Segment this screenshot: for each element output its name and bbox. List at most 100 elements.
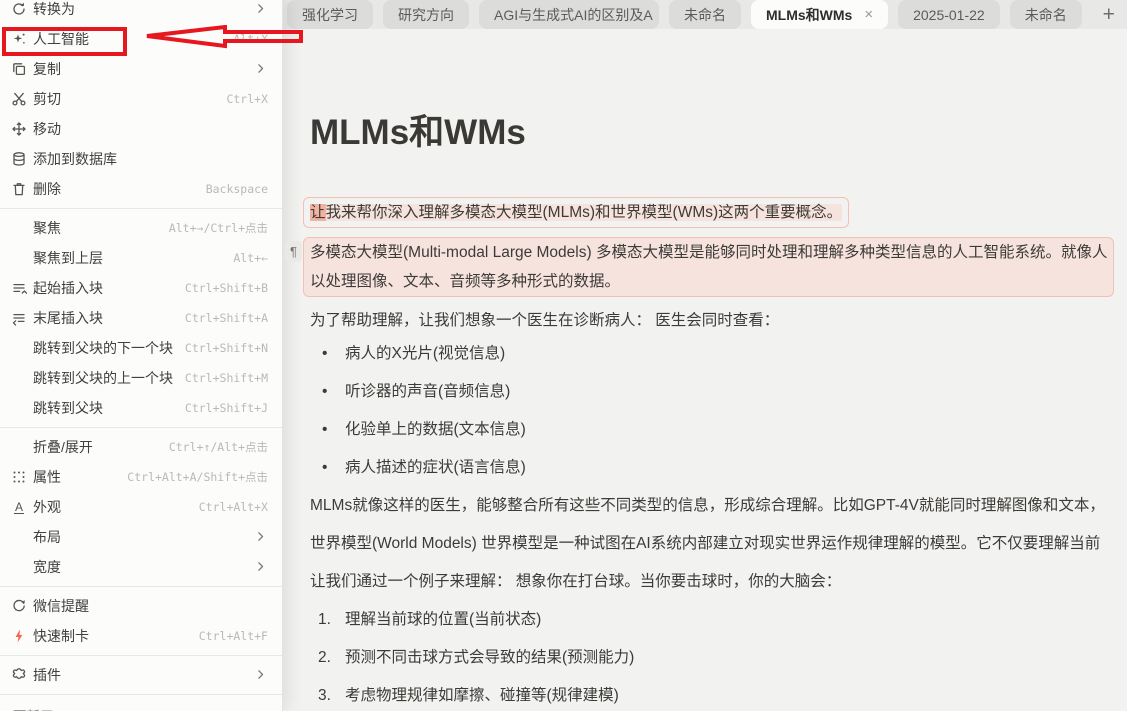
plugin-icon: [11, 667, 27, 683]
bullet-marker: •: [322, 415, 327, 444]
insert-start-icon: [11, 280, 27, 296]
ai-icon: [11, 31, 27, 47]
menu-item-label: 跳转到父块: [33, 398, 103, 418]
menu-item-move[interactable]: 移动: [0, 114, 282, 144]
bullet-list-item[interactable]: •化验单上的数据(文本信息): [310, 415, 1127, 444]
menu-item-label: 聚焦到上层: [33, 248, 103, 268]
menu-item-copy[interactable]: 复制: [0, 54, 282, 84]
tab-0[interactable]: 强化学习: [287, 0, 373, 29]
menu-item-label: 转换为: [33, 0, 75, 19]
menu-item-jump-parent-next[interactable]: 跳转到父块的下一个块Ctrl+Shift+N: [0, 333, 282, 363]
chevron-right-icon: [254, 2, 268, 16]
document-editor[interactable]: MLMs和WMs 让我来帮你深入理解多模态大模型(MLMs)和世界模型(WMs)…: [283, 29, 1127, 711]
menu-item-fold-unfold[interactable]: 折叠/展开Ctrl+↑/Alt+点击: [0, 432, 282, 462]
menu-separator: [0, 208, 282, 209]
numbered-list-item[interactable]: 2.预测不同击球方式会导致的结果(预测能力): [310, 643, 1127, 672]
icon-placeholder: [11, 250, 27, 266]
menu-item-shortcut: Ctrl+X: [218, 92, 268, 106]
paragraph-gutter-icon[interactable]: ¶: [285, 241, 302, 262]
app-window: 强化学习研究方向AGI与生成式AI的区别及A未命名MLMs和WMs×2025-0…: [0, 0, 1127, 711]
bullet-list-block: •病人的X光片(视觉信息) •听诊器的声音(音频信息) •化验单上的数据(文本信息)…: [310, 339, 1127, 482]
menu-item-shortcut: Ctrl+Shift+M: [177, 371, 268, 385]
menu-item-insert-block-after[interactable]: 末尾插入块Ctrl+Shift+A: [0, 303, 282, 333]
icon-placeholder: [11, 559, 27, 575]
paragraph-line: 以处理图像、文本、音频等多种形式的数据。: [310, 267, 1107, 296]
menu-item-label: 删除: [33, 179, 61, 199]
tab-active-4[interactable]: MLMs和WMs×: [751, 0, 888, 29]
chevron-right-icon: [254, 530, 268, 544]
menu-item-shortcut: Alt+X: [225, 32, 268, 46]
paragraph-block[interactable]: 为了帮助理解，让我们想象一个医生在诊断病人： 医生会同时查看：: [310, 306, 1127, 335]
highlighted-paragraph-block[interactable]: 多模态大模型(Multi-modal Large Models) 多模态大模型是…: [303, 237, 1114, 297]
menu-item-label: 外观: [33, 497, 61, 517]
menu-separator: [0, 427, 282, 428]
menu-item-label: 跳转到父块的下一个块: [33, 338, 173, 358]
menu-item-jump-to-parent[interactable]: 跳转到父块 Ctrl+Shift+J: [0, 393, 282, 423]
menu-item-label: 快速制卡: [33, 626, 89, 646]
menu-item-cut[interactable]: 剪切 Ctrl+X: [0, 84, 282, 114]
menu-item-ai[interactable]: 人工智能Alt+X: [0, 24, 282, 54]
menu-item-shortcut: Alt+←: [225, 251, 268, 265]
menu-item-add-to-database[interactable]: 添加到数据库: [0, 144, 282, 174]
document-blocks: 让我来帮你深入理解多模态大模型(MLMs)和世界模型(WMs)这两个重要概念。多…: [310, 197, 1127, 710]
tab-label: 未命名: [684, 5, 726, 25]
number-marker: 2.: [318, 643, 331, 672]
tab-5[interactable]: 2025-01-22: [898, 0, 1000, 29]
document-title[interactable]: MLMs和WMs: [310, 109, 1127, 157]
appearance-icon: A: [11, 499, 27, 515]
bullet-list-item[interactable]: •听诊器的声音(音频信息): [310, 377, 1127, 406]
convert-icon: [11, 1, 27, 17]
block-updated-timestamp: 更新于 2025-01-22 15:52:56: [0, 699, 282, 711]
menu-item-width[interactable]: 宽度: [0, 552, 282, 582]
menu-item-label: 布局: [33, 527, 61, 547]
menu-separator: [0, 586, 282, 587]
menu-separator: [0, 694, 282, 695]
menu-item-delete[interactable]: 删除Backspace: [0, 174, 282, 204]
menu-item-layout[interactable]: 布局: [0, 522, 282, 552]
tab-6[interactable]: 未命名: [1010, 0, 1082, 29]
menu-item-focus-parent[interactable]: 聚焦到上层 Alt+←: [0, 243, 282, 273]
tab-1[interactable]: 研究方向: [383, 0, 469, 29]
menu-item-label: 跳转到父块的上一个块: [33, 368, 173, 388]
tab-label: 研究方向: [398, 5, 454, 25]
new-tab-button[interactable]: +: [1092, 0, 1126, 29]
menu-item-jump-parent-prev[interactable]: 跳转到父块的上一个块 Ctrl+Shift+M: [0, 363, 282, 393]
menu-item-label: 复制: [33, 59, 61, 79]
menu-item-appearance[interactable]: A外观Ctrl+Alt+X: [0, 492, 282, 522]
menu-item-label: 属性: [33, 467, 61, 487]
highlighted-paragraph-block[interactable]: 让我来帮你深入理解多模态大模型(MLMs)和世界模型(WMs)这两个重要概念。: [303, 197, 849, 228]
number-marker: 3.: [318, 681, 331, 710]
menu-item-shortcut: Alt+→/Ctrl+点击: [161, 220, 268, 236]
menu-item-convert-to[interactable]: 转换为: [0, 0, 282, 24]
insert-end-icon: [11, 310, 27, 326]
tab-label: 强化学习: [302, 5, 358, 25]
tab-2[interactable]: AGI与生成式AI的区别及A: [479, 0, 659, 29]
bullet-list-item[interactable]: •病人描述的症状(语言信息): [310, 453, 1127, 482]
paragraph-block[interactable]: MLMs就像这样的医生，能够整合所有这些不同类型的信息，形成综合理解。比如GPT…: [310, 491, 1127, 520]
menu-item-label: 插件: [33, 665, 61, 685]
chevron-right-icon: [254, 560, 268, 574]
menu-item-label: 剪切: [33, 89, 61, 109]
menu-item-label: 末尾插入块: [33, 308, 103, 328]
numbered-list-item[interactable]: 3.考虑物理规律如摩擦、碰撞等(规律建模): [310, 681, 1127, 710]
menu-item-wechat-reminder[interactable]: 微信提醒: [0, 591, 282, 621]
menu-item-focus[interactable]: 聚焦Alt+→/Ctrl+点击: [0, 213, 282, 243]
paragraph-block[interactable]: 世界模型(World Models) 世界模型是一种试图在AI系统内部建立对现实…: [310, 529, 1127, 558]
menu-item-shortcut: Ctrl+Shift+B: [177, 281, 268, 295]
menu-item-attributes[interactable]: 属性Ctrl+Alt+A/Shift+点击: [0, 462, 282, 492]
paragraph-block[interactable]: 让我们通过一个例子来理解： 想象你在打台球。当你要击球时，你的大脑会：: [310, 567, 1127, 596]
menu-item-insert-block-before[interactable]: 起始插入块Ctrl+Shift+B: [0, 273, 282, 303]
icon-placeholder: [11, 400, 27, 416]
tab-close-icon[interactable]: ×: [864, 7, 873, 22]
numbered-list-item[interactable]: 1.理解当前球的位置(当前状态): [310, 605, 1127, 634]
attributes-icon: [11, 469, 27, 485]
selected-first-character: 让: [310, 204, 326, 221]
tab-3[interactable]: 未命名: [669, 0, 741, 29]
bullet-list-item[interactable]: •病人的X光片(视觉信息): [310, 339, 1127, 368]
icon-placeholder: [11, 370, 27, 386]
menu-item-plugins[interactable]: 插件: [0, 660, 282, 690]
flash-icon: [11, 628, 27, 644]
menu-item-shortcut: Ctrl+Shift+J: [177, 401, 268, 415]
bullet-marker: •: [322, 453, 327, 482]
menu-item-quick-flashcard[interactable]: 快速制卡Ctrl+Alt+F: [0, 621, 282, 651]
